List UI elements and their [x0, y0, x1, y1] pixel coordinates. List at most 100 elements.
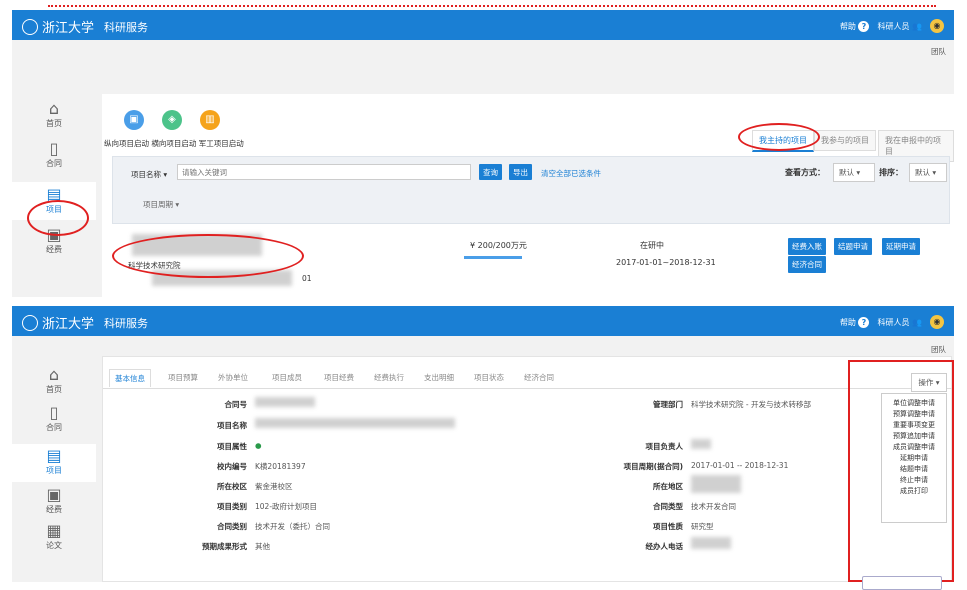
- horizontal-project-icon[interactable]: ◈: [162, 110, 182, 130]
- field-value: 102-政府计划项目: [255, 502, 318, 511]
- field-label: 项目属性: [217, 442, 247, 451]
- tab-econ-contract[interactable]: 经济合同: [519, 369, 559, 386]
- project-amount: ¥ 200/200万元: [470, 241, 527, 250]
- field-label: 项目名称: [217, 421, 247, 430]
- red-circle-sidebar: [27, 200, 89, 236]
- extension-button[interactable]: 延期申请: [882, 238, 920, 255]
- sidebar-item-home[interactable]: ⌂ 首页: [12, 100, 96, 140]
- export-button[interactable]: 导出: [509, 164, 532, 180]
- project-status: 在研中: [640, 241, 664, 250]
- help-link-2[interactable]: 帮助 ?: [840, 316, 870, 328]
- filter-bar: 项目名称 ▾ 查询 导出 清空全部已选条件 查看方式： 默认 ▾ 排序： 默认 …: [112, 156, 950, 224]
- user-icon: 👥: [912, 21, 922, 31]
- tab-expenses[interactable]: 支出明细: [419, 369, 459, 386]
- sort-label: 排序：: [879, 168, 903, 177]
- redacted-value: [691, 439, 711, 449]
- avatar-2[interactable]: ◉: [930, 315, 944, 329]
- funds-entry-button[interactable]: 经费入账: [788, 238, 826, 255]
- field-value: 紫金港校区: [255, 482, 293, 491]
- contract-icon: ▯: [49, 403, 59, 422]
- field-label: 经办人电话: [645, 542, 684, 551]
- field-value: 技术开发合同: [691, 502, 736, 511]
- tab-external[interactable]: 外协单位: [213, 369, 253, 386]
- sidebar-item-funds-2[interactable]: ▣ 经费: [12, 482, 96, 520]
- team-link[interactable]: 团队: [931, 46, 946, 57]
- redacted-value: [691, 537, 731, 549]
- project-attribute-badge: ●: [255, 441, 262, 450]
- project-icon: ▤: [46, 446, 62, 465]
- detail-tabs: 基本信息 项目预算 外协单位 项目成员 项目经费 经费执行 支出明细 项目状态 …: [103, 369, 953, 389]
- funds-icon: ▣: [46, 485, 62, 504]
- tab-funds[interactable]: 项目经费: [319, 369, 359, 386]
- sidebar-item-contract[interactable]: ▯ 合同: [12, 140, 96, 182]
- field-value: K横20181397: [255, 462, 306, 471]
- top-bar: 浙江大学 科研服务 帮助 ? 科研人员 👥 ◉: [12, 10, 954, 40]
- tab-budget[interactable]: 项目预算: [163, 369, 203, 386]
- sidebar: ⌂ 首页 ▯ 合同 ▤ 项目 ▣ 经费: [12, 40, 96, 297]
- sidebar-item-paper[interactable]: ▦ 论文: [12, 520, 96, 558]
- military-project-icon[interactable]: ▥: [200, 110, 220, 130]
- field-label: 合同号: [224, 400, 248, 409]
- field-label: 项目性质: [653, 522, 683, 531]
- quick-start-links: 纵向项目启动 横向项目启动 军工项目启动: [104, 138, 244, 149]
- conclusion-button[interactable]: 结题申请: [834, 238, 872, 255]
- field-label: 管理部门: [653, 400, 683, 409]
- user-role-2[interactable]: 科研人员 👥: [877, 317, 922, 328]
- field-label: 合同类别: [217, 522, 247, 531]
- field-label: 项目周期(据合同): [623, 462, 683, 471]
- sidebar-item-home-2[interactable]: ⌂ 首页: [12, 366, 96, 404]
- university-logo: 浙江大学 科研服务: [22, 17, 148, 36]
- field-label: 预期成果形式: [202, 542, 247, 551]
- user-role[interactable]: 科研人员 👥: [877, 21, 922, 32]
- redacted-value: [255, 418, 455, 428]
- keyword-input[interactable]: [177, 164, 471, 180]
- military-project-link[interactable]: 军工项目启动: [199, 139, 244, 148]
- economic-contract-button[interactable]: 经济合同: [788, 256, 826, 273]
- tab-funds-exec[interactable]: 经费执行: [369, 369, 409, 386]
- team-link-2[interactable]: 团队: [931, 344, 946, 355]
- redacted-value: [255, 397, 315, 407]
- field-label: 合同类型: [653, 502, 683, 511]
- field-select[interactable]: 项目名称 ▾: [131, 169, 167, 180]
- view-mode-select[interactable]: 默认 ▾: [833, 163, 875, 182]
- project-list-screenshot: 浙江大学 科研服务 帮助 ? 科研人员 👥 ◉ 团队 ⌂ 首页 ▯ 合同 ▤ 项目 ▣ 经…: [12, 10, 954, 297]
- university-logo-2: 浙江大学 科研服务: [22, 313, 148, 332]
- redacted-value: [691, 475, 741, 493]
- field-value: 2017-01-01 -- 2018-12-31: [691, 461, 789, 470]
- field-value: 技术开发（委托）合同: [255, 522, 330, 531]
- red-dotted-annotation: [48, 2, 936, 7]
- avatar[interactable]: ◉: [930, 19, 944, 33]
- tab-status[interactable]: 项目状态: [469, 369, 509, 386]
- project-detail-screenshot: 浙江大学 科研服务 帮助 ? 科研人员 👥 ◉ 团队 ⌂ 首页 ▯ 合同 ▤ 项目 ▣ 经…: [12, 306, 954, 582]
- field-label: 项目负责人: [645, 442, 684, 451]
- field-value: 研究型: [691, 522, 714, 531]
- bottom-partial-button: [862, 576, 942, 590]
- contract-icon: ▯: [49, 139, 59, 158]
- clear-filters-link[interactable]: 清空全部已选条件: [541, 168, 601, 179]
- tab-participated[interactable]: 我参与的项目: [814, 130, 876, 151]
- view-mode-label: 查看方式：: [785, 168, 825, 177]
- sidebar-item-project-2[interactable]: ▤ 项目: [12, 444, 96, 482]
- help-link[interactable]: 帮助 ?: [840, 20, 870, 32]
- horizontal-project-link[interactable]: 横向项目启动: [151, 139, 196, 148]
- sort-select[interactable]: 默认 ▾: [909, 163, 947, 182]
- red-circle-project: [112, 234, 304, 278]
- tab-basic-info[interactable]: 基本信息: [109, 369, 151, 387]
- user-icon: 👥: [912, 317, 922, 327]
- period-filter[interactable]: 项目周期 ▾: [143, 199, 179, 210]
- help-icon: ?: [858, 20, 870, 32]
- vertical-project-link[interactable]: 纵向项目启动: [104, 139, 149, 148]
- sidebar-item-contract-2[interactable]: ▯ 合同: [12, 404, 96, 444]
- home-icon: ⌂: [48, 365, 60, 384]
- query-button[interactable]: 查询: [479, 164, 502, 180]
- paper-icon: ▦: [46, 521, 62, 540]
- field-label: 所在地区: [653, 482, 683, 491]
- project-dates: 2017-01-01~2018-12-31: [616, 258, 716, 267]
- home-icon: ⌂: [48, 99, 60, 118]
- field-value: 其他: [255, 542, 270, 551]
- field-label: 项目类别: [217, 502, 247, 511]
- vertical-project-icon[interactable]: ▣: [124, 110, 144, 130]
- field-value: 科学技术研究院 - 开发与技术转移部: [691, 400, 811, 409]
- tab-members[interactable]: 项目成员: [267, 369, 307, 386]
- detail-panel: 基本信息 项目预算 外协单位 项目成员 项目经费 经费执行 支出明细 项目状态 …: [102, 356, 953, 582]
